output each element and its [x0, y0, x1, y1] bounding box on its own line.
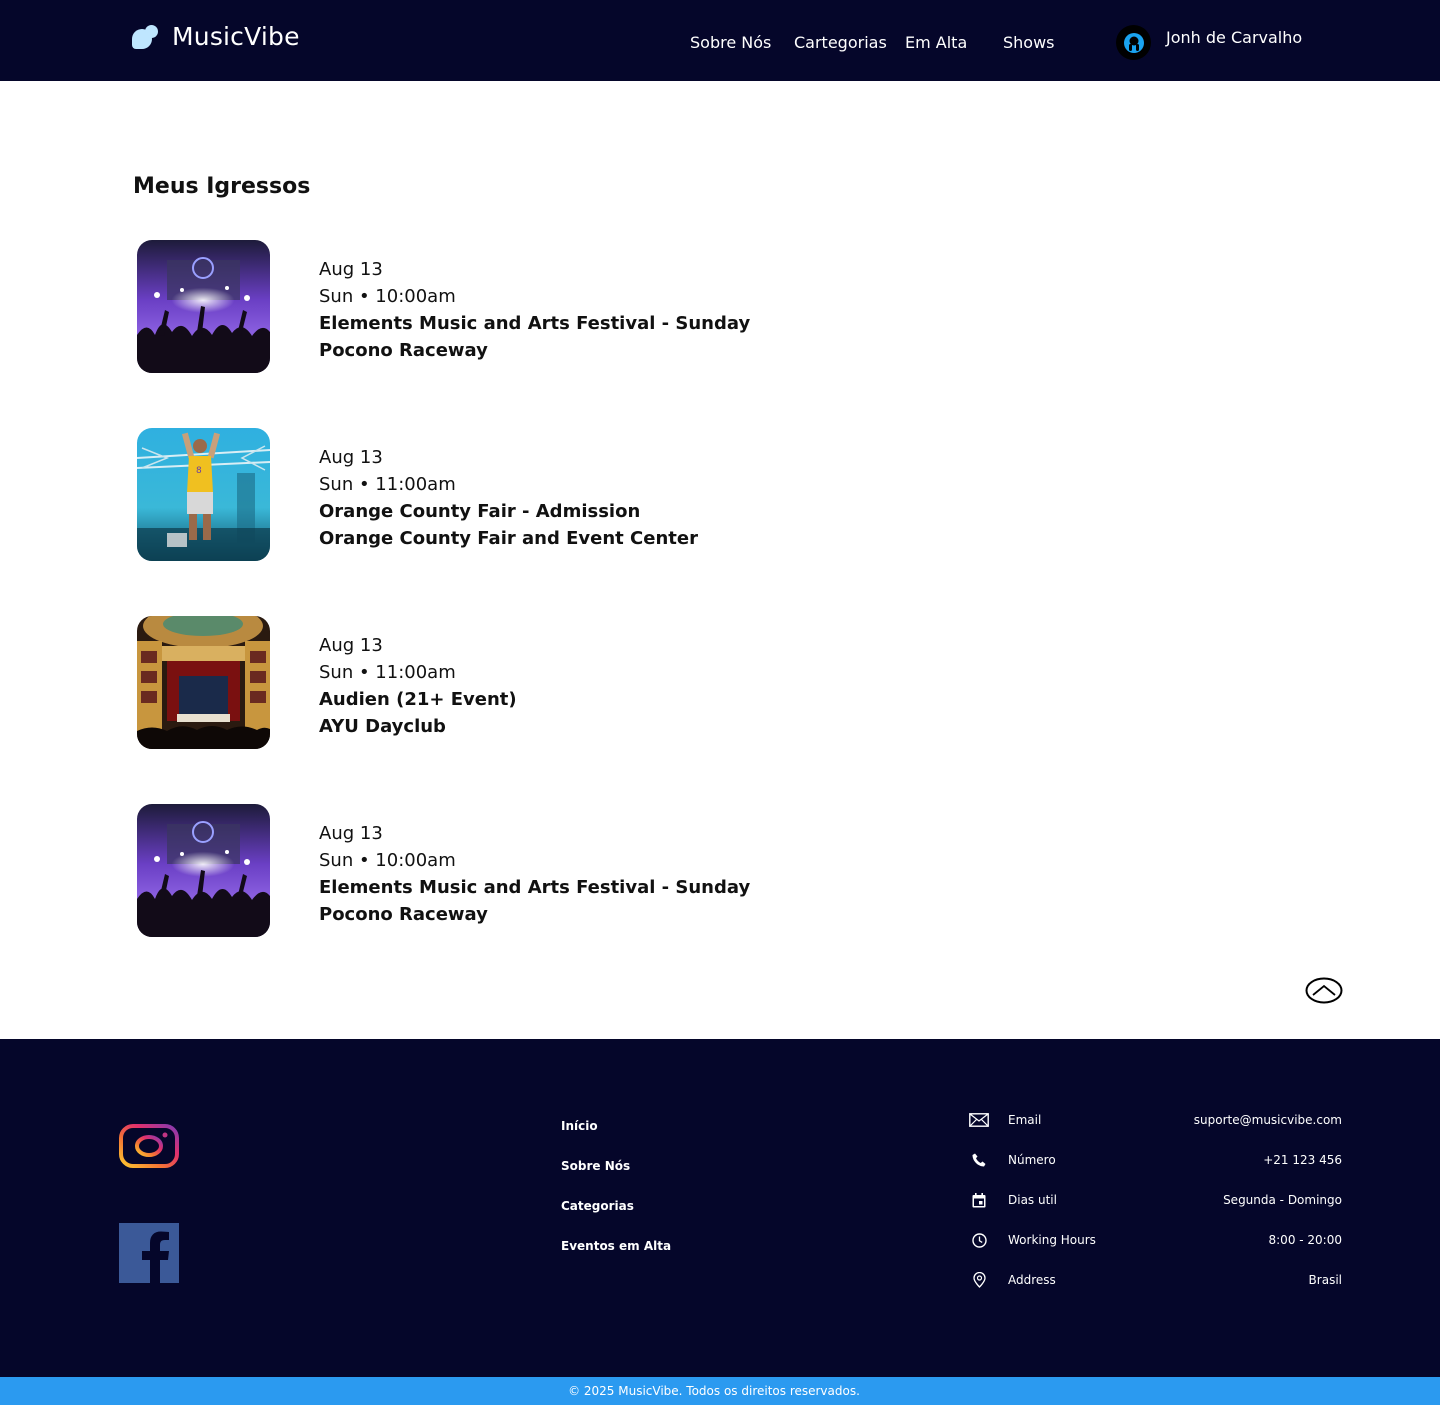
contact-value: Segunda - Domingo — [1223, 1193, 1342, 1207]
facebook-link[interactable] — [119, 1223, 179, 1283]
location-pin-icon — [968, 1270, 990, 1290]
facebook-icon — [119, 1223, 179, 1283]
ticket-item[interactable]: Aug 13 Sun • 11:00am Audien (21+ Event) … — [137, 616, 837, 749]
copyright-text: © 2025 MusicVibe. Todos os direitos rese… — [568, 1384, 860, 1398]
ticket-item[interactable]: Aug 13 Sun • 10:00am Elements Music and … — [137, 804, 837, 937]
performer-stage-blue-image: 8 — [137, 428, 270, 561]
calendar-icon — [968, 1190, 990, 1210]
logo-text: MusicVibe — [172, 22, 300, 51]
ticket-date: Aug 13 — [319, 259, 383, 280]
ticket-time: Sun • 11:00am — [319, 662, 456, 683]
contact-row-hours: Working Hours 8:00 - 20:00 — [968, 1230, 1342, 1250]
user-avatar[interactable] — [1116, 25, 1151, 60]
page-title: Meus Igressos — [133, 174, 311, 199]
contact-value[interactable]: suporte@musicvibe.com — [1194, 1113, 1342, 1127]
instagram-icon — [119, 1124, 179, 1168]
ticket-item[interactable]: 8 Aug 13 Sun • 11:00am Orange County Fai… — [137, 428, 837, 561]
ticket-details: Aug 13 Sun • 11:00am Audien (21+ Event) … — [319, 632, 517, 740]
contact-label: Número — [1008, 1153, 1056, 1167]
nav-em-alta[interactable]: Em Alta — [905, 33, 967, 52]
ticket-time: Sun • 10:00am — [319, 850, 456, 871]
site-footer: Início Sobre Nós Categorias Eventos em A… — [0, 1039, 1440, 1377]
ticket-venue: AYU Dayclub — [319, 716, 446, 737]
ticket-item[interactable]: Aug 13 Sun • 10:00am Elements Music and … — [137, 240, 837, 373]
user-name[interactable]: Jonh de Carvalho — [1166, 28, 1302, 47]
ticket-date: Aug 13 — [319, 823, 383, 844]
svg-text:8: 8 — [196, 466, 202, 476]
contact-row-phone: Número +21 123 456 — [968, 1150, 1342, 1170]
footer-link-categorias[interactable]: Categorias — [561, 1199, 634, 1213]
contact-label: Address — [1008, 1273, 1056, 1287]
user-avatar-icon — [1123, 32, 1144, 53]
scroll-top-button[interactable] — [1305, 977, 1343, 1004]
contact-row-email: Email suporte@musicvibe.com — [968, 1110, 1342, 1130]
opera-theater-image — [137, 616, 270, 749]
ticket-details: Aug 13 Sun • 11:00am Orange County Fair … — [319, 444, 698, 552]
footer-link-sobre-nos[interactable]: Sobre Nós — [561, 1159, 630, 1173]
site-header: MusicVibe Sobre Nós Cartegorias Em Alta … — [0, 0, 1440, 81]
ticket-venue: Pocono Raceway — [319, 904, 488, 925]
ticket-venue: Orange County Fair and Event Center — [319, 528, 698, 549]
ticket-event-name: Elements Music and Arts Festival - Sunda… — [319, 877, 751, 898]
chevron-up-icon — [1305, 977, 1343, 1004]
ticket-details: Aug 13 Sun • 10:00am Elements Music and … — [319, 256, 750, 364]
nav-shows[interactable]: Shows — [1003, 33, 1055, 52]
ticket-date: Aug 13 — [319, 447, 383, 468]
clock-icon — [968, 1230, 990, 1250]
nav-categorias[interactable]: Cartegorias — [794, 33, 887, 52]
contact-row-days: Dias util Segunda - Domingo — [968, 1190, 1342, 1210]
ticket-event-name: Audien (21+ Event) — [319, 689, 517, 710]
contact-label: Dias util — [1008, 1193, 1057, 1207]
copyright-bar: © 2025 MusicVibe. Todos os direitos rese… — [0, 1377, 1440, 1405]
contact-value: 8:00 - 20:00 — [1268, 1233, 1343, 1247]
contact-row-address: Address Brasil — [968, 1270, 1342, 1290]
footer-link-eventos-em-alta[interactable]: Eventos em Alta — [561, 1239, 671, 1253]
ticket-event-name: Elements Music and Arts Festival - Sunda… — [319, 313, 751, 334]
ticket-venue: Pocono Raceway — [319, 340, 488, 361]
footer-link-inicio[interactable]: Início — [561, 1119, 598, 1133]
concert-crowd-purple-image — [137, 804, 270, 937]
logo-icon — [132, 23, 160, 51]
contact-value[interactable]: +21 123 456 — [1263, 1153, 1342, 1167]
ticket-time: Sun • 11:00am — [319, 474, 456, 495]
instagram-link[interactable] — [119, 1124, 179, 1168]
nav-sobre-nos[interactable]: Sobre Nós — [690, 33, 771, 52]
ticket-time: Sun • 10:00am — [319, 286, 456, 307]
concert-crowd-purple-image — [137, 240, 270, 373]
ticket-date: Aug 13 — [319, 635, 383, 656]
mail-icon — [968, 1110, 990, 1130]
ticket-event-name: Orange County Fair - Admission — [319, 501, 641, 522]
contact-label: Email — [1008, 1113, 1042, 1127]
contact-value: Brasil — [1308, 1273, 1342, 1287]
contact-label: Working Hours — [1008, 1233, 1096, 1247]
ticket-details: Aug 13 Sun • 10:00am Elements Music and … — [319, 820, 750, 928]
logo[interactable]: MusicVibe — [132, 22, 300, 51]
phone-icon — [968, 1150, 990, 1170]
